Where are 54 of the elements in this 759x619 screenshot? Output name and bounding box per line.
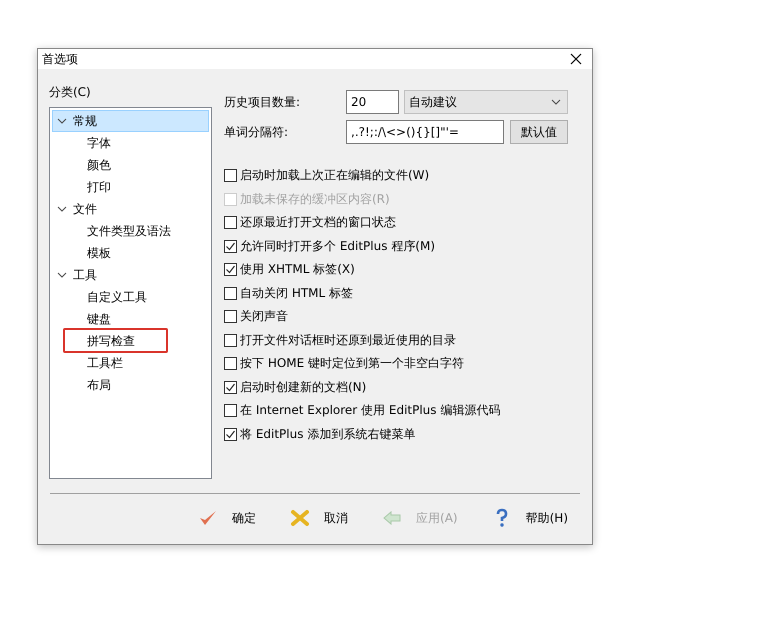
checkbox-label: 将 EditPlus 添加到系统右键菜单 xyxy=(240,426,416,443)
chevron-down-icon[interactable] xyxy=(57,116,67,126)
tree-item[interactable]: 键盘 xyxy=(52,308,209,330)
tree-item[interactable]: 布局 xyxy=(52,374,209,396)
history-label: 历史项目数量: xyxy=(224,94,302,110)
window-title: 首选项 xyxy=(42,50,78,68)
checkbox-label: 允许同时打开多个 EditPlus 程序(M) xyxy=(240,238,436,255)
checkbox-label: 关闭声音 xyxy=(240,308,288,326)
tree-item[interactable]: 文件 xyxy=(52,198,209,220)
tree-item[interactable]: 颜色 xyxy=(52,154,209,176)
checkbox[interactable] xyxy=(224,380,237,394)
chevron-down-icon xyxy=(551,97,561,107)
tree-item[interactable]: 工具栏 xyxy=(52,352,209,374)
checkbox[interactable] xyxy=(224,334,237,347)
tree-item[interactable]: 自定义工具 xyxy=(52,286,209,308)
tree-item[interactable]: 工具 xyxy=(52,264,209,286)
close-icon xyxy=(290,508,310,528)
cancel-button[interactable]: 取消 xyxy=(286,506,352,530)
chevron-down-icon[interactable] xyxy=(57,204,67,214)
default-button[interactable]: 默认值 xyxy=(510,120,568,144)
checkbox-label: 打开文件对话框时还原到最近使用的目录 xyxy=(240,332,456,349)
chevron-down-icon[interactable] xyxy=(57,270,67,280)
checkbox-label: 在 Internet Explorer 使用 EditPlus 编辑源代码 xyxy=(240,402,500,420)
checkbox[interactable] xyxy=(224,286,237,300)
checkbox-label: 启动时加载上次正在编辑的文件(W) xyxy=(240,167,430,184)
checkbox[interactable] xyxy=(224,428,237,441)
tree-item[interactable]: 文件类型及语法 xyxy=(52,220,209,242)
checkbox-label: 自动关闭 HTML 标签 xyxy=(240,284,354,302)
category-label: 分类(C) xyxy=(49,84,92,101)
checkbox[interactable] xyxy=(224,263,237,276)
separator-field[interactable]: ,.?!;:/\<>(){}[]"'= xyxy=(346,120,504,144)
tree-item[interactable]: 打印 xyxy=(52,176,209,198)
checkbox-label: 启动时创建新的文档(N) xyxy=(240,378,366,396)
checkbox-label: 使用 XHTML 标签(X) xyxy=(240,261,355,278)
checkbox-label: 还原最近打开文档的窗口状态 xyxy=(240,214,396,232)
help-button[interactable]: 帮助(H) xyxy=(488,506,572,530)
tree-item[interactable]: 字体 xyxy=(52,132,209,154)
tree-item[interactable]: 常规 xyxy=(52,110,209,132)
separator-label: 单词分隔符: xyxy=(224,124,290,140)
suggest-dropdown[interactable]: 自动建议 xyxy=(404,90,568,114)
checkbox[interactable] xyxy=(224,216,237,230)
checkbox[interactable] xyxy=(224,310,237,324)
checkbox[interactable] xyxy=(224,357,237,370)
checkbox[interactable] xyxy=(224,169,237,182)
tree-item[interactable]: 模板 xyxy=(52,242,209,264)
ok-button[interactable]: 确定 xyxy=(194,506,260,530)
tree-item[interactable]: 拼写检查 xyxy=(52,330,209,352)
checkbox-label: 按下 HOME 键时定位到第一个非空白字符 xyxy=(240,355,464,372)
checkbox[interactable] xyxy=(224,240,237,253)
arrow-left-icon xyxy=(382,508,402,528)
checkbox-label: 加载未保存的缓冲区内容(R) xyxy=(240,190,390,208)
close-button[interactable] xyxy=(568,51,584,67)
checkbox[interactable] xyxy=(224,404,237,418)
history-count-field[interactable]: 20 xyxy=(346,90,399,114)
